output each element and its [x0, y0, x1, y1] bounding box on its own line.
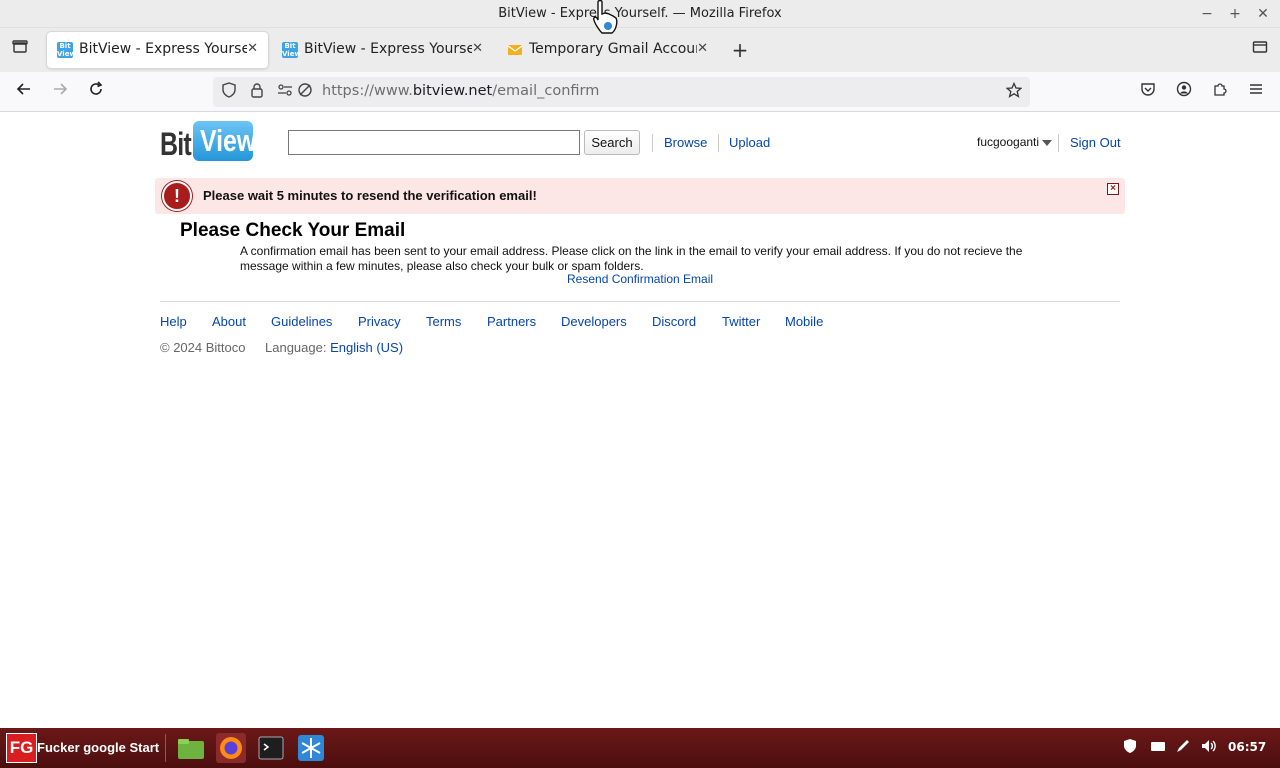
new-tab-icon[interactable]: + [726, 36, 754, 64]
footer-link-help[interactable]: Help [160, 314, 187, 329]
logo-view-badge: View [193, 121, 257, 161]
footer-link-twitter[interactable]: Twitter [722, 314, 760, 329]
alert-message: Please wait 5 minutes to resend the veri… [203, 188, 537, 203]
divider [652, 134, 653, 152]
browse-link[interactable]: Browse [664, 135, 707, 150]
tab-close-icon[interactable]: ✕ [247, 41, 258, 56]
taskbar: FG Fucker google Start 06:57 [0, 728, 1280, 768]
hand-cursor-icon [592, 0, 622, 36]
divider [718, 134, 719, 152]
language-label: Language: [265, 340, 327, 355]
upload-link[interactable]: Upload [729, 135, 770, 150]
error-exclamation-icon: ! [162, 181, 192, 211]
navigation-toolbar: https://www.bitview.net/email_confirm [0, 72, 1280, 112]
footer-link-terms[interactable]: Terms [426, 314, 461, 329]
tab-bitview-2[interactable]: Bit View BitView - Express Yourself. ✕ [272, 32, 493, 68]
footer-link-mobile[interactable]: Mobile [785, 314, 823, 329]
tab-strip: Bit View BitView - Express Yourself. ✕ Bi… [0, 28, 1280, 72]
footer-link-about[interactable]: About [212, 314, 246, 329]
tab-label: Temporary Gmail Account [529, 41, 697, 57]
taskbar-divider [165, 734, 166, 762]
maximize-icon[interactable]: + [1225, 4, 1245, 24]
url-path: /email_confirm [492, 83, 600, 99]
close-window-icon[interactable]: ✕ [1253, 4, 1273, 24]
username-menu[interactable]: fucgooganti [977, 135, 1039, 149]
bitview-favicon: Bit View [282, 42, 301, 58]
reload-icon[interactable] [82, 78, 110, 106]
lock-icon[interactable] [247, 82, 267, 102]
tracking-shield-icon[interactable] [219, 82, 239, 102]
list-all-tabs-icon[interactable] [6, 36, 34, 64]
close-alert-icon[interactable]: × [1107, 183, 1119, 195]
pocket-icon[interactable] [1134, 78, 1162, 106]
bitview-favicon: Bit View [57, 42, 76, 58]
keyboard-tray-icon[interactable] [1148, 738, 1168, 758]
tab-label: BitView - Express Yourself. [79, 41, 247, 57]
taskbar-clock: 06:57 [1228, 740, 1267, 754]
permissions-icon[interactable] [275, 82, 295, 102]
window-titlebar: BitView - Express Yourself. — Mozilla Fi… [0, 0, 1280, 28]
hamburger-menu-icon[interactable] [1242, 78, 1270, 106]
tab-label: BitView - Express Yourself. [304, 41, 472, 57]
sign-out-link[interactable]: Sign Out [1070, 135, 1121, 150]
firefox-icon[interactable] [216, 733, 246, 763]
search-input[interactable] [288, 130, 580, 155]
confirmation-text: A confirmation email has been sent to yo… [240, 244, 1023, 273]
copyright: © 2024 Bittoco [160, 340, 246, 355]
footer-link-privacy[interactable]: Privacy [358, 314, 401, 329]
logo-view-text: View [200, 123, 257, 158]
forward-arrow-icon[interactable] [46, 78, 74, 106]
file-manager-icon[interactable] [176, 733, 206, 763]
tab-bitview-1[interactable]: Bit View BitView - Express Yourself. ✕ [47, 32, 268, 68]
language-link[interactable]: English (US) [330, 340, 403, 355]
url-domain: bitview.net [412, 83, 493, 99]
logo-bit-text: Bit [160, 126, 192, 162]
window-title: BitView - Express Yourself. — Mozilla Fi… [498, 6, 782, 21]
divider [1058, 134, 1059, 152]
terminal-icon[interactable] [256, 733, 286, 763]
autoplay-blocked-icon[interactable] [295, 82, 315, 102]
bookmark-star-icon[interactable] [1004, 81, 1024, 102]
mail-envelope-icon [507, 42, 523, 58]
resend-confirmation-link[interactable]: Resend Confirmation Email [567, 272, 713, 286]
chevron-down-icon[interactable] [1042, 140, 1052, 146]
account-icon[interactable] [1170, 78, 1198, 106]
start-logo: FG [6, 733, 37, 763]
footer-divider [160, 301, 1120, 302]
firefox-view-icon[interactable] [1246, 36, 1274, 64]
back-arrow-icon[interactable] [10, 78, 38, 106]
page-title: Please Check Your Email [180, 220, 406, 241]
footer-link-partners[interactable]: Partners [487, 314, 536, 329]
error-alert: ! Please wait 5 minutes to resend the ve… [155, 178, 1125, 214]
url-text[interactable]: https://www.bitview.net/email_confirm [322, 83, 599, 99]
url-bar[interactable]: https://www.bitview.net/email_confirm [213, 77, 1030, 107]
tab-close-icon[interactable]: ✕ [472, 41, 483, 56]
snowflake-app-icon[interactable] [296, 733, 326, 763]
search-button[interactable]: Search [584, 130, 640, 155]
pen-tray-icon[interactable] [1173, 738, 1193, 758]
language-selector: Language: English (US) [265, 340, 403, 355]
volume-icon[interactable] [1199, 738, 1219, 758]
url-prefix: https://www. [322, 83, 413, 99]
shield-tray-icon[interactable] [1120, 738, 1140, 758]
footer-link-discord[interactable]: Discord [652, 314, 696, 329]
start-label: Fucker google Start [37, 740, 160, 755]
page-content: Bit View Search Browse Upload fucgoogant… [0, 113, 1280, 728]
tab-temp-gmail[interactable]: Temporary Gmail Account ✕ [497, 32, 718, 68]
footer-link-guidelines[interactable]: Guidelines [271, 314, 332, 329]
footer-link-developers[interactable]: Developers [561, 314, 627, 329]
minimize-icon[interactable]: − [1197, 4, 1217, 24]
extensions-puzzle-icon[interactable] [1206, 78, 1234, 106]
tab-close-icon[interactable]: ✕ [697, 41, 708, 56]
